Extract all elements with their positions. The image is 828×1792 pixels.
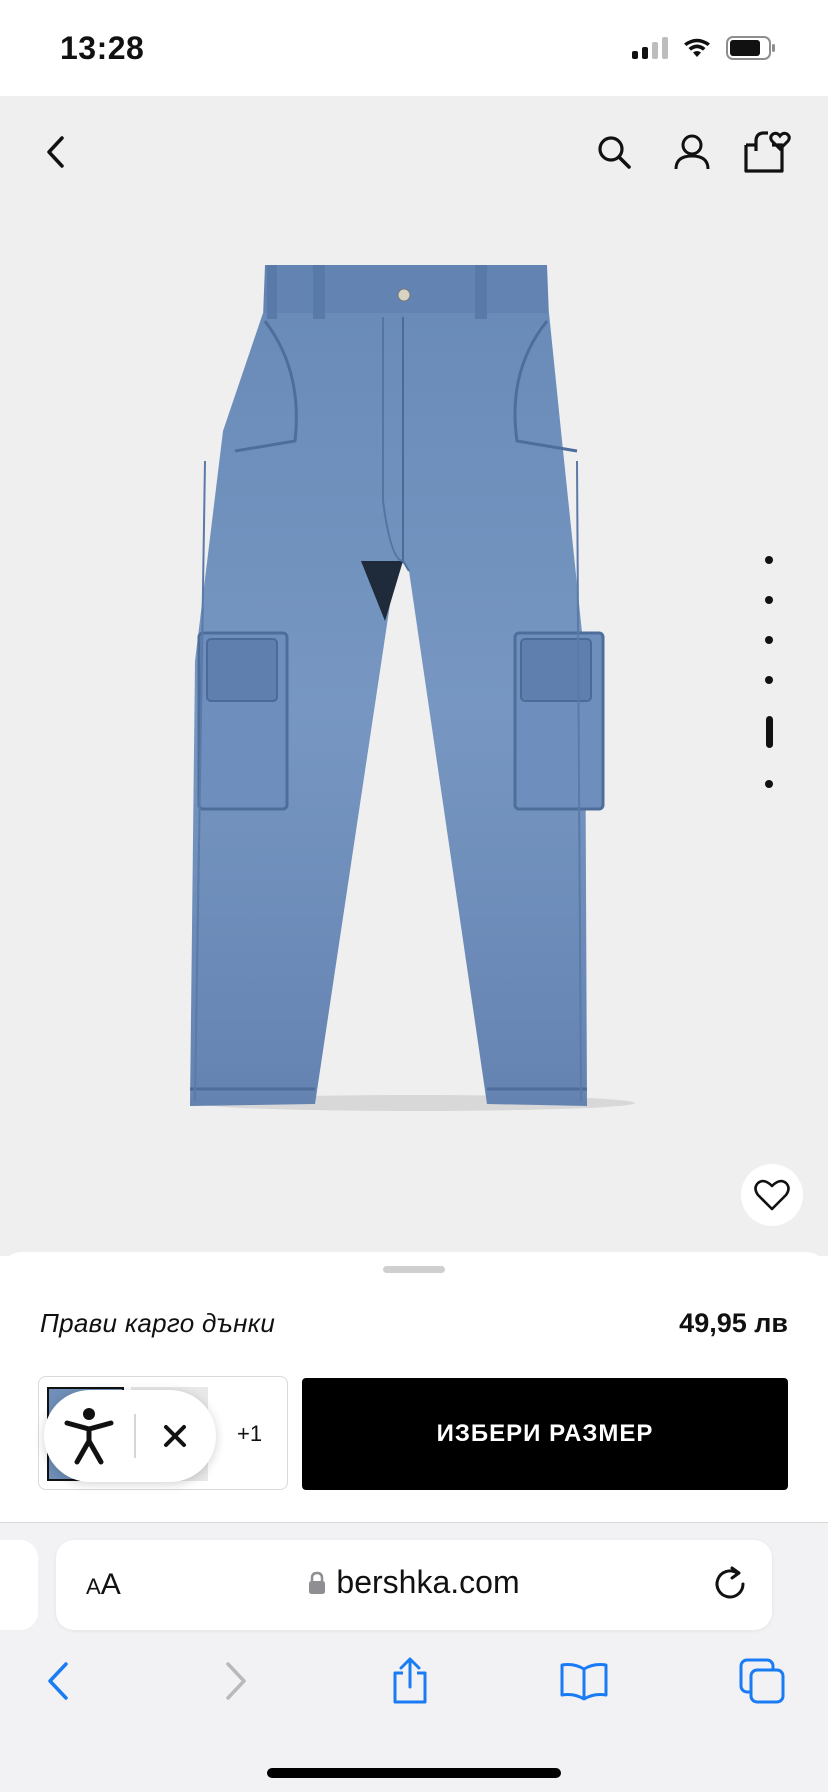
lock-icon: [309, 1571, 326, 1594]
gallery-dot[interactable]: [765, 596, 773, 604]
chevron-left-icon: [47, 136, 64, 168]
product-price: 49,95 лв: [679, 1308, 788, 1338]
status-icons: [632, 36, 776, 60]
address-bar[interactable]: AA bershka.com: [56, 1540, 772, 1630]
product-name: Прави карго дънки: [40, 1308, 276, 1338]
close-icon: [164, 1425, 186, 1447]
more-colors-count[interactable]: +1: [237, 1421, 262, 1447]
share-button[interactable]: [380, 1651, 440, 1711]
product-image: [190, 265, 635, 1111]
search-icon: [598, 136, 631, 169]
gallery-dot[interactable]: [765, 636, 773, 644]
search-button[interactable]: [588, 126, 640, 178]
browser-bar: AA bershka.com: [0, 1522, 828, 1792]
browser-back-button[interactable]: [28, 1651, 88, 1711]
gallery-dot-active[interactable]: [765, 716, 773, 748]
accessibility-widget: [44, 1390, 216, 1482]
shopping-bag-heart-icon: [744, 131, 791, 173]
url-text: bershka.com: [336, 1564, 520, 1600]
signal-icon: [632, 37, 668, 59]
gallery-dot[interactable]: [765, 780, 773, 788]
tabs-button[interactable]: [732, 1651, 792, 1711]
gallery-indicator: [762, 556, 776, 820]
gallery-dot[interactable]: [765, 556, 773, 564]
sheet-grabber[interactable]: [383, 1266, 445, 1273]
user-icon: [674, 134, 710, 170]
browser-forward-button[interactable]: [206, 1651, 266, 1711]
home-indicator: [267, 1768, 561, 1778]
choose-size-button[interactable]: ИЗБЕРИ РАЗМЕР: [302, 1378, 788, 1490]
wifi-icon: [684, 38, 710, 57]
back-button[interactable]: [30, 126, 82, 178]
tabs-icon: [739, 1658, 785, 1704]
browser-toolbar: [0, 1651, 828, 1721]
top-navigation: [0, 96, 828, 206]
previous-tab-preview[interactable]: [0, 1540, 38, 1630]
url-display[interactable]: bershka.com: [56, 1564, 772, 1601]
bag-button[interactable]: [742, 126, 794, 178]
account-button[interactable]: [666, 126, 718, 178]
chevron-left-icon: [48, 1662, 68, 1700]
status-bar: 13:28: [0, 0, 828, 96]
book-icon: [560, 1663, 608, 1701]
close-accessibility-button[interactable]: [136, 1390, 214, 1482]
product-gallery[interactable]: [0, 96, 828, 1256]
heart-icon: [754, 1179, 790, 1211]
accessibility-icon: [64, 1408, 114, 1465]
wishlist-button[interactable]: [741, 1164, 803, 1226]
battery-icon: [726, 36, 775, 60]
reload-icon[interactable]: [710, 1564, 750, 1604]
bookmarks-button[interactable]: [554, 1651, 614, 1711]
chevron-right-icon: [226, 1662, 246, 1700]
gallery-dot[interactable]: [765, 676, 773, 684]
status-time: 13:28: [60, 30, 145, 66]
share-icon: [393, 1657, 427, 1704]
accessibility-button[interactable]: [44, 1390, 134, 1482]
